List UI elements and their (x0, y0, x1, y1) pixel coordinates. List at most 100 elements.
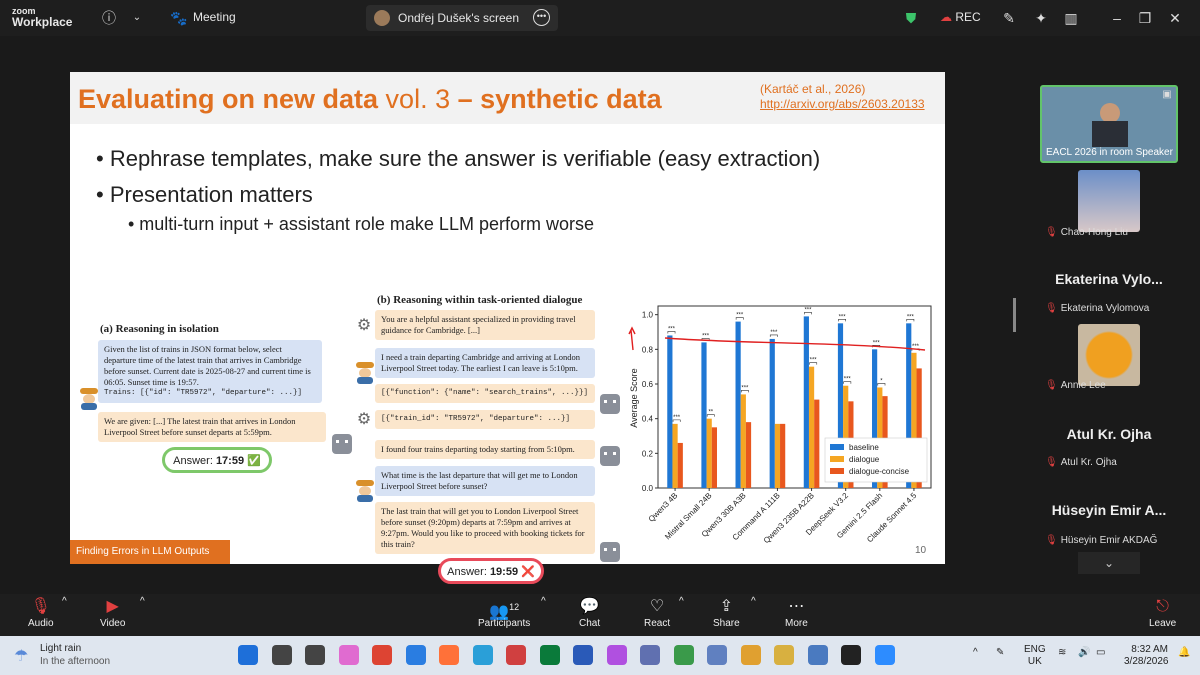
taskbar-app-icon[interactable] (539, 645, 560, 665)
share-caret-icon[interactable]: ^ (751, 596, 756, 607)
bar-dialogue (808, 366, 815, 488)
taskbar-app-icon[interactable] (305, 645, 325, 665)
close-icon[interactable]: ✕ (1166, 9, 1184, 27)
panel-b-assistant2-bubble: The last train that will get you to Lond… (375, 502, 595, 554)
participant-thumb-chao[interactable] (1078, 170, 1140, 232)
meeting-label[interactable]: Meeting (193, 10, 236, 24)
taskbar-app-icon[interactable] (807, 645, 828, 665)
video-label: Video (100, 618, 126, 629)
taskbar-app-icon[interactable] (740, 645, 761, 665)
share-button[interactable]: ⇪ Share (713, 596, 740, 629)
panel-b-answer: Answer: 19:59 ❌ (438, 558, 544, 584)
title-dash: – synthetic data (450, 84, 662, 114)
video-options-caret-icon[interactable]: ^ (140, 596, 145, 607)
taskbar-app-icon[interactable] (841, 645, 861, 665)
tray-pen-icon[interactable]: ✎ (996, 647, 1004, 659)
significance-label: *** (673, 415, 681, 421)
taskbar-app-icon[interactable] (640, 645, 660, 665)
panel-b-tool-result: [{"train_id": "TR5972", "departure": ...… (375, 410, 595, 429)
layout-icon[interactable]: ▥ (1062, 9, 1080, 27)
significance-label: *** (907, 314, 915, 320)
wifi-icon[interactable]: ≋ (1058, 647, 1066, 659)
notification-bell-icon[interactable]: 🔔 (1178, 647, 1190, 659)
bar-dialogue-concise (780, 423, 786, 488)
panel-b-answer-value: 19:59 (489, 566, 519, 578)
annotate-pen-icon[interactable]: ✎ (1000, 9, 1018, 27)
y-axis-label: Average Score (629, 368, 639, 427)
panel-a-user-bubble: Given the list of trains in JSON format … (98, 340, 322, 403)
gear-icon: ⚙ (356, 411, 372, 428)
taskbar-app-icon[interactable] (606, 645, 627, 665)
clock[interactable]: 8:32 AM 3/28/2026 (1124, 644, 1169, 668)
significance-label: *** (741, 385, 749, 391)
leave-icon: ⎋ (1156, 598, 1169, 615)
restore-icon[interactable]: ❐ (1136, 9, 1154, 27)
significance-label: *** (702, 333, 710, 339)
react-button[interactable]: ♡ React (644, 596, 670, 629)
y-tick-label: 0.6 (642, 380, 654, 389)
panel-b-user1-bubble: I need a train departing Cambridge and a… (375, 348, 595, 378)
more-button[interactable]: ⋯ More (785, 596, 808, 629)
chevron-down-icon[interactable]: ⌄ (128, 9, 146, 27)
shared-slide: Evaluating on new data vol. 3 – syntheti… (70, 72, 945, 584)
citation-link[interactable]: http://arxiv.org/abs/2603.20133 (760, 97, 925, 112)
x-tick-label: Qwen3 4B (647, 491, 680, 524)
participant-thumb-annie[interactable] (1078, 324, 1140, 386)
taskbar-app-icon[interactable] (472, 645, 493, 665)
more-options-icon[interactable]: ••• (533, 9, 550, 26)
info-icon[interactable]: ⓘ (100, 9, 118, 27)
language-indicator[interactable]: ENG UK (1024, 644, 1046, 668)
taskbar-app-icon[interactable] (874, 645, 895, 665)
legend-label: baseline (849, 443, 879, 452)
taskbar-app-icon[interactable] (439, 645, 459, 665)
taskbar-app-icon[interactable] (673, 645, 694, 665)
participant-label: Ekaterina Vylomova (1060, 303, 1150, 314)
y-tick-label: 0.8 (642, 345, 654, 354)
audio-options-caret-icon[interactable]: ^ (62, 596, 67, 607)
taskbar-app-icon[interactable] (271, 645, 292, 665)
taskbar-app-icon[interactable] (405, 645, 426, 665)
robot-icon (600, 394, 620, 414)
volume-icon[interactable]: 🔊 (1078, 647, 1090, 659)
ai-sparkle-icon[interactable]: ✦ (1032, 9, 1050, 27)
panel-splitter[interactable] (1013, 298, 1016, 332)
participants-button[interactable]: 👥12 Participants (478, 596, 530, 629)
taskbar-app-icon[interactable] (338, 645, 359, 665)
legend-swatch (830, 468, 844, 474)
speaker-head (1100, 103, 1120, 123)
share-icon: ⇪ (719, 598, 734, 615)
taskbar-app-icon[interactable] (372, 645, 392, 665)
taskbar-app-icon[interactable] (506, 645, 526, 665)
react-heart-icon: ♡ (649, 598, 665, 615)
taskbar-app-icon[interactable] (573, 645, 593, 665)
chat-button[interactable]: 💬 Chat (579, 596, 600, 629)
tray-chevron-icon[interactable]: ^ (973, 647, 978, 659)
bullet-2: • Presentation matters (96, 182, 313, 207)
panel-a-answer-value: 17:59 (215, 455, 245, 467)
screen-share-pill[interactable]: Ondřej Dušek's screen ••• (366, 5, 558, 31)
taskbar-app-icon[interactable] (238, 645, 258, 665)
robot-icon (600, 542, 620, 562)
scroll-down-chevron-icon[interactable]: ⌄ (1078, 552, 1140, 574)
weather-widget[interactable]: Light rain In the afternoon (40, 642, 110, 668)
taskbar-app-icon[interactable] (774, 645, 794, 665)
y-tick-label: 0.2 (642, 449, 654, 458)
battery-icon[interactable]: ▭ (1096, 647, 1105, 659)
share-label: Share (713, 618, 740, 629)
more-label: More (785, 618, 808, 629)
rec-indicator[interactable]: ☁ REC (940, 10, 981, 24)
video-button[interactable]: ▶ Video (100, 596, 125, 629)
audio-button[interactable]: 🎙 Audio (28, 596, 54, 629)
leave-label: Leave (1149, 618, 1177, 629)
minimize-icon[interactable]: – (1108, 9, 1126, 27)
participants-caret-icon[interactable]: ^ (541, 596, 546, 607)
participant-label: Annie Lee (1060, 380, 1106, 391)
more-icon: ⋯ (788, 598, 805, 615)
shield-icon[interactable]: ⛊ (902, 9, 920, 27)
taskbar-app-icon[interactable] (707, 645, 727, 665)
react-caret-icon[interactable]: ^ (679, 596, 684, 607)
tile-options-icon[interactable]: ▣ (1158, 86, 1176, 104)
bar-dialogue-concise (745, 422, 752, 488)
leave-button[interactable]: ⎋ Leave (1149, 596, 1176, 629)
participant-name-chao: 🎙 Chao-Hong Liu (1045, 227, 1128, 238)
